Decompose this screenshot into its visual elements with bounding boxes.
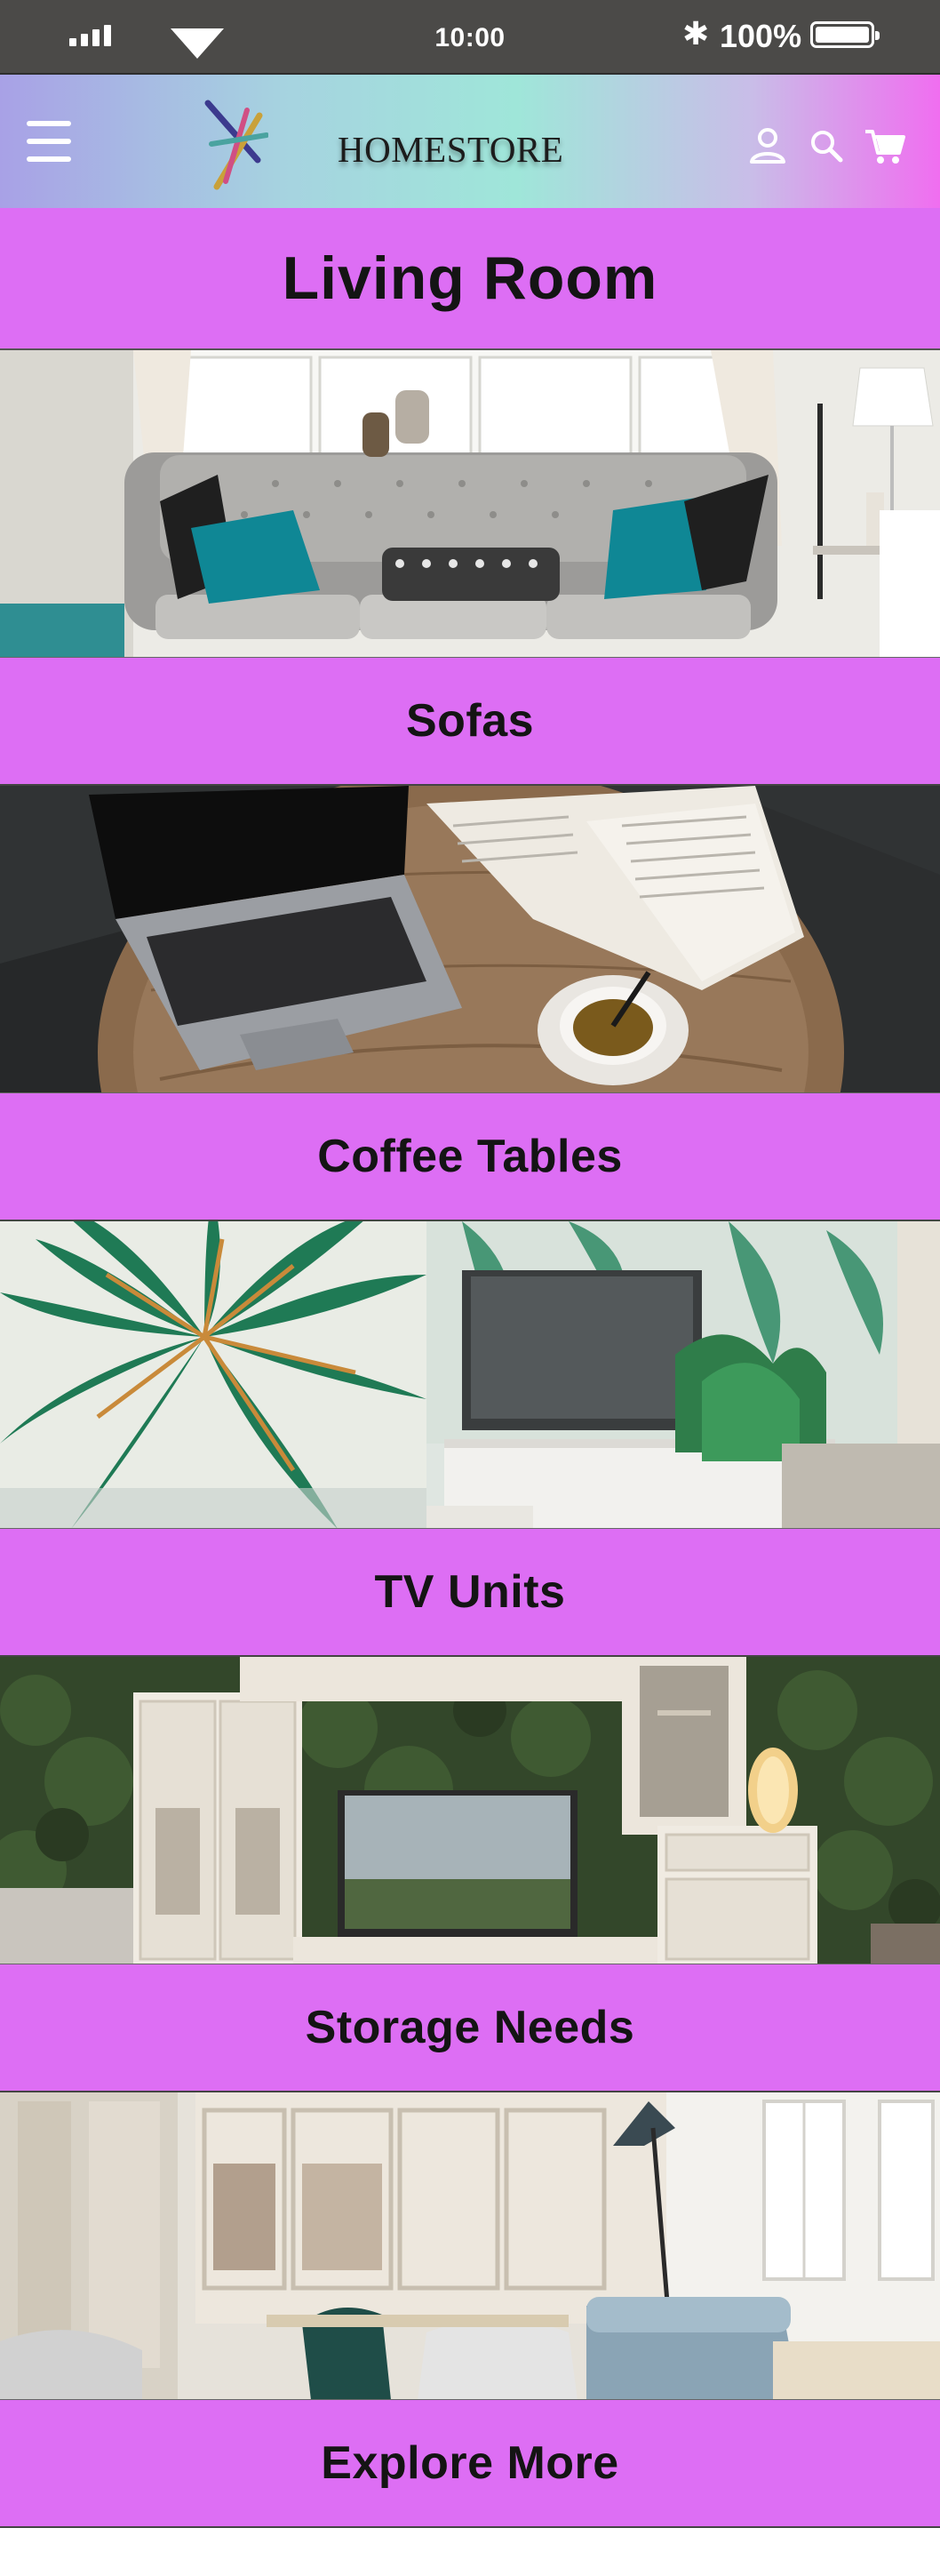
page-title-band: Living Room	[0, 208, 940, 350]
battery-percent: 100%	[720, 18, 802, 54]
category-coffee-tables[interactable]: Coffee Tables	[0, 786, 940, 1221]
category-sofas[interactable]: Sofas	[0, 350, 940, 786]
explore-photo	[0, 2092, 940, 2400]
status-bar: 10:00 ✱ 100%	[0, 0, 940, 75]
category-label: Sofas	[0, 658, 940, 786]
storage-photo	[0, 1657, 940, 1964]
tv-unit-photo	[0, 1221, 940, 1529]
category-label: TV Units	[0, 1529, 940, 1657]
app-header: HOMESTORE	[0, 75, 940, 208]
category-storage-needs[interactable]: Storage Needs	[0, 1657, 940, 2092]
search-icon[interactable]	[805, 124, 848, 167]
sofa-photo	[0, 350, 940, 658]
account-icon[interactable]	[746, 124, 789, 167]
coffee-table-photo	[0, 786, 940, 1093]
category-label: Coffee Tables	[0, 1093, 940, 1221]
menu-icon[interactable]	[27, 121, 71, 162]
category-tv-units[interactable]: TV Units	[0, 1221, 940, 1657]
cart-icon[interactable]	[864, 124, 906, 167]
category-label: Explore More	[0, 2400, 940, 2528]
logo-icon	[204, 100, 268, 190]
brand-name: HOMESTORE	[338, 129, 564, 170]
category-explore-more[interactable]: Explore More	[0, 2092, 940, 2528]
category-label: Storage Needs	[0, 1964, 940, 2092]
page-title: Living Room	[282, 244, 658, 312]
battery-icon	[810, 21, 880, 48]
bluetooth-icon: ✱	[682, 16, 710, 52]
